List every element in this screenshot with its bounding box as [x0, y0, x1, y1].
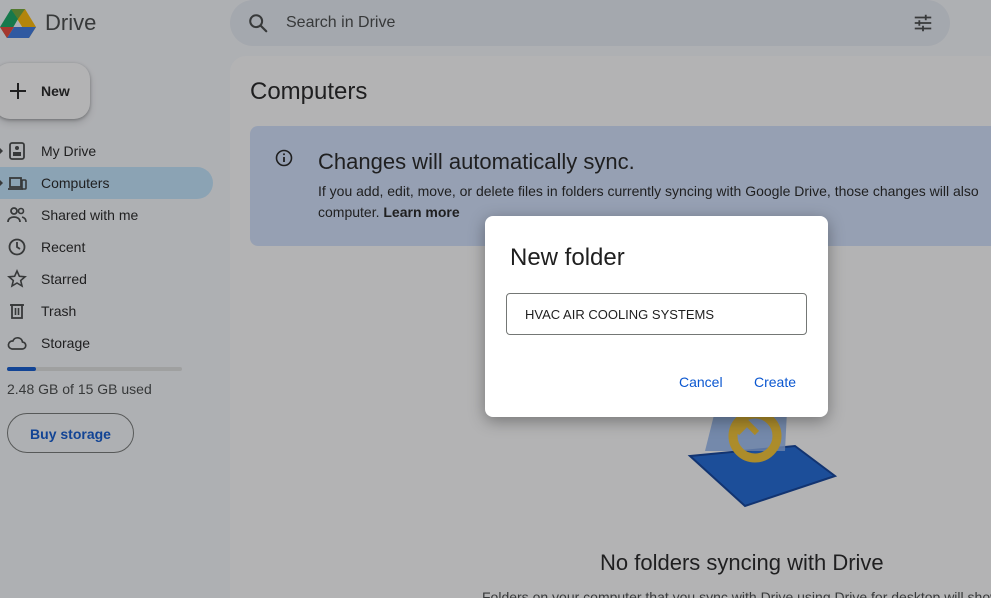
new-folder-dialog: New folder Cancel Create	[485, 216, 828, 417]
create-button[interactable]: Create	[754, 374, 796, 390]
folder-name-input[interactable]	[506, 293, 807, 335]
dialog-title: New folder	[510, 244, 625, 271]
cancel-button[interactable]: Cancel	[679, 374, 723, 390]
